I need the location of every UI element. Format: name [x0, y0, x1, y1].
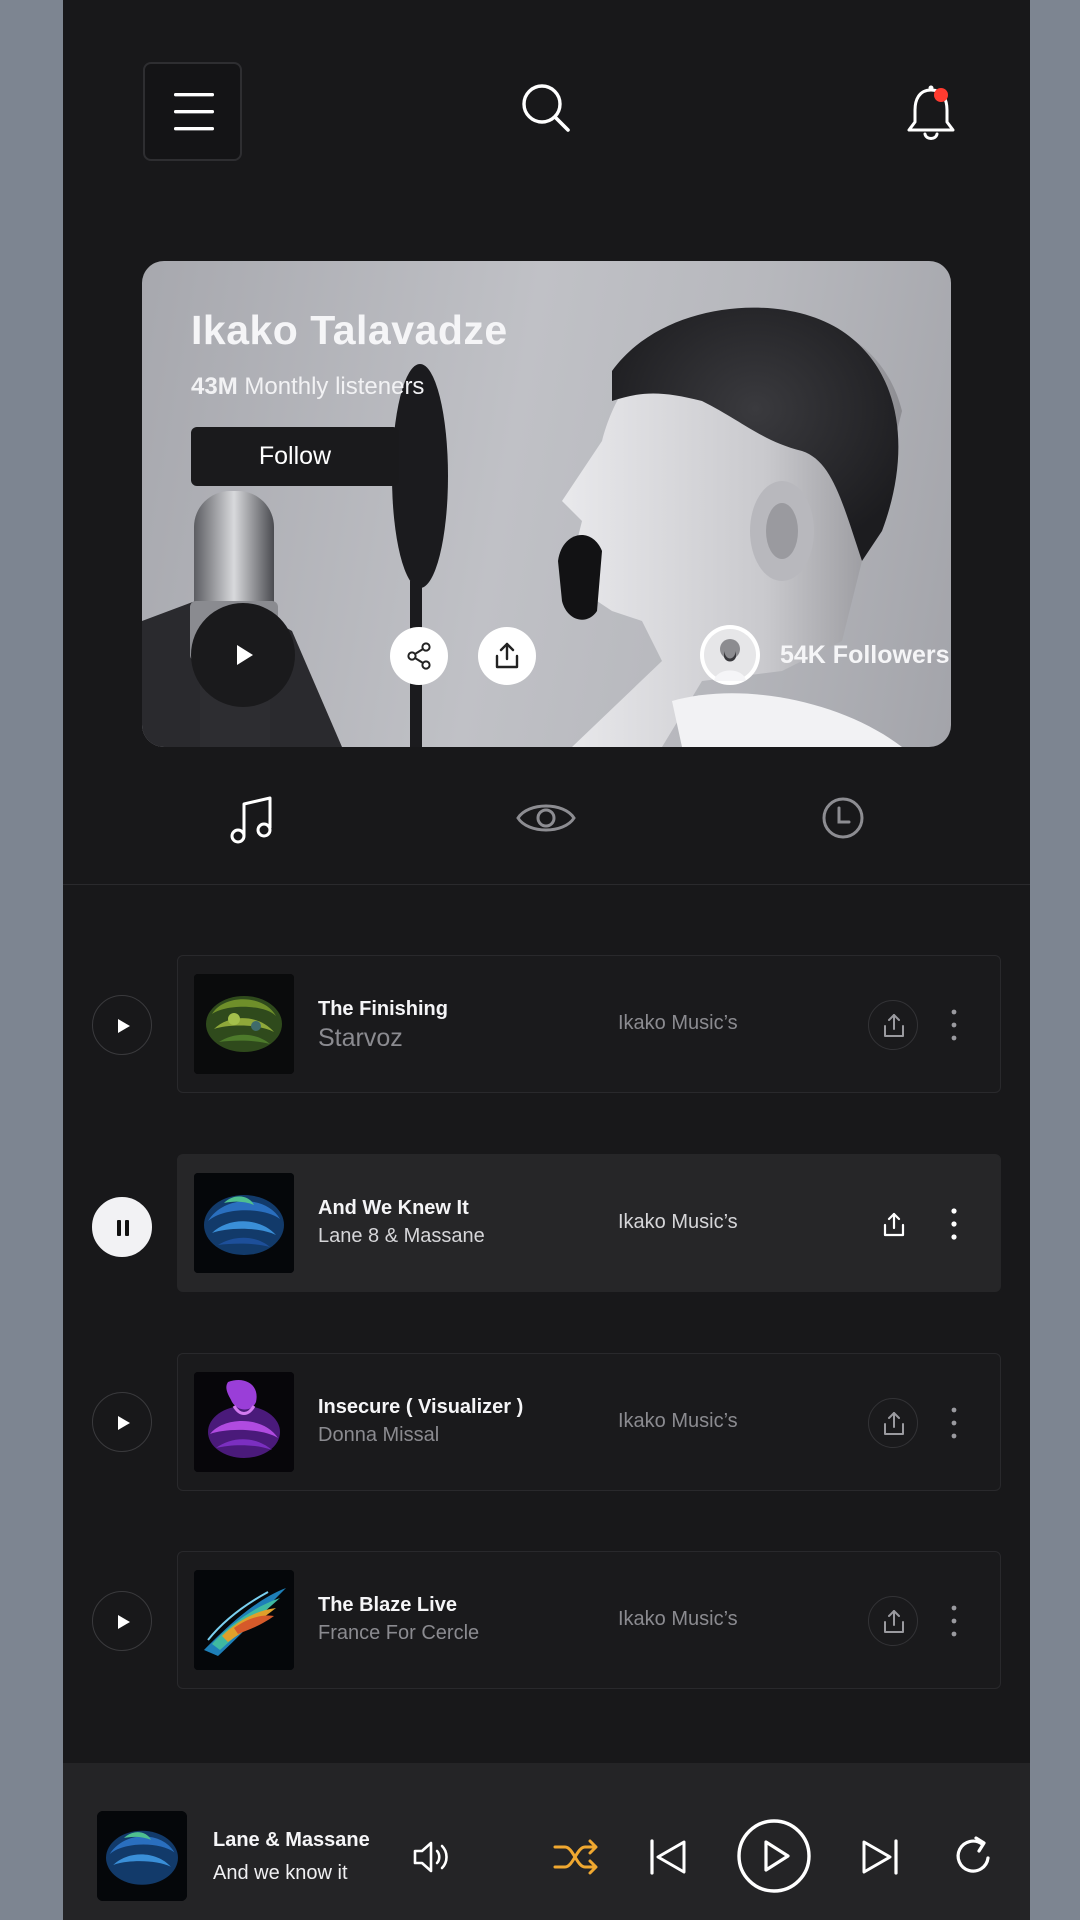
- next-button[interactable]: [858, 1837, 902, 1877]
- track-1-play-button[interactable]: [92, 995, 152, 1055]
- bell-icon: [907, 85, 955, 140]
- track-title: The Blaze Live: [318, 1594, 457, 1616]
- tab-recent[interactable]: [813, 788, 873, 848]
- menu-button[interactable]: [143, 62, 242, 161]
- track-title: And We Knew It: [318, 1197, 469, 1219]
- play-icon: [118, 1615, 130, 1629]
- track-item-active[interactable]: And We Knew It Lane 8 & Massane Ikako Mu…: [177, 1154, 1001, 1292]
- tab-music[interactable]: [227, 788, 287, 848]
- track-artist: Lane 8 & Massane: [318, 1225, 485, 1247]
- track-title: Insecure ( Visualizer ): [318, 1396, 524, 1418]
- track-3-play-button[interactable]: [92, 1392, 152, 1452]
- track-upload-button[interactable]: [868, 1596, 918, 1646]
- now-playing-cover[interactable]: [97, 1811, 187, 1901]
- upload-icon: [884, 1014, 904, 1037]
- track-item[interactable]: The Finishing Starvoz Ikako Music’s: [177, 955, 1001, 1093]
- music-app: Ikako Talavadze 43M Monthly listeners Fo…: [63, 0, 1030, 1920]
- track-cover: [194, 1570, 294, 1670]
- eye-icon: [516, 804, 576, 832]
- abstract-art-image: [194, 1570, 294, 1670]
- play-icon: [118, 1019, 130, 1033]
- track-cover: [194, 1173, 294, 1273]
- track-artist: Donna Missal: [318, 1424, 440, 1446]
- pause-icon: [117, 1220, 129, 1236]
- main-play-button[interactable]: [736, 1818, 812, 1894]
- track-upload-button[interactable]: [868, 1398, 918, 1448]
- followers-count: 54K Followers: [780, 641, 950, 669]
- track-label: Ikako Music’s: [618, 1608, 738, 1630]
- artist-play-button[interactable]: [191, 603, 295, 707]
- repeat-button[interactable]: [952, 1834, 996, 1878]
- repeat-icon: [956, 1836, 990, 1873]
- upload-icon: [495, 642, 519, 669]
- now-playing-title: And we know it: [213, 1862, 348, 1884]
- artist-name: Ikako Talavadze: [191, 307, 508, 353]
- listeners-count: 43M: [191, 373, 238, 400]
- monthly-listeners: 43M Monthly listeners: [191, 373, 424, 401]
- track-more-button[interactable]: [944, 1596, 964, 1646]
- listeners-label: Monthly listeners: [244, 373, 425, 400]
- upload-icon: [884, 1412, 904, 1435]
- track-cover: [194, 974, 294, 1074]
- tab-views[interactable]: [516, 788, 576, 848]
- previous-button[interactable]: [646, 1837, 690, 1877]
- track-2-pause-button[interactable]: [92, 1197, 152, 1257]
- clock-icon: [822, 797, 864, 839]
- share-button[interactable]: [390, 627, 448, 685]
- skip-forward-icon: [862, 1839, 898, 1875]
- notification-dot: [934, 88, 948, 102]
- more-vertical-icon: [951, 1605, 957, 1637]
- search-icon: [522, 84, 570, 132]
- track-item[interactable]: The Blaze Live France For Cercle Ikako M…: [177, 1551, 1001, 1689]
- search-button[interactable]: [520, 82, 572, 134]
- upload-icon: [883, 1212, 905, 1237]
- now-playing-bar: Lane & Massane And we know it: [63, 1763, 1030, 1920]
- music-note-icon: [230, 796, 272, 844]
- artist-hero-card: Ikako Talavadze 43M Monthly listeners Fo…: [142, 261, 951, 747]
- track-artist: Starvoz: [318, 1024, 403, 1052]
- abstract-art-image: [97, 1811, 187, 1901]
- track-upload-button[interactable]: [868, 1000, 918, 1050]
- shuffle-button[interactable]: [553, 1837, 599, 1877]
- shuffle-icon: [553, 1839, 598, 1875]
- more-vertical-icon: [951, 1208, 957, 1240]
- now-playing-artist: Lane & Massane: [213, 1829, 370, 1851]
- track-title: The Finishing: [318, 998, 448, 1020]
- volume-button[interactable]: [411, 1837, 451, 1877]
- track-cover: [194, 1372, 294, 1472]
- track-more-button[interactable]: [944, 1199, 964, 1249]
- track-artist: France For Cercle: [318, 1622, 480, 1644]
- abstract-art-image: [194, 1173, 294, 1273]
- more-vertical-icon: [951, 1009, 957, 1041]
- abstract-art-image: [194, 974, 294, 1074]
- track-item[interactable]: Insecure ( Visualizer ) Donna Missal Ika…: [177, 1353, 1001, 1491]
- avatar-photo: [704, 629, 756, 681]
- volume-icon: [413, 1841, 448, 1873]
- play-icon: [237, 645, 253, 665]
- track-more-button[interactable]: [944, 1000, 964, 1050]
- follow-button[interactable]: Follow: [191, 427, 399, 486]
- track-label: Ikako Music’s: [618, 1012, 738, 1034]
- track-upload-button[interactable]: [868, 1199, 918, 1249]
- share-icon: [407, 642, 431, 670]
- track-label: Ikako Music’s: [618, 1211, 738, 1233]
- notifications-button[interactable]: [905, 84, 957, 144]
- follower-avatar: [700, 625, 760, 685]
- upload-icon: [884, 1610, 904, 1633]
- play-circle-icon: [737, 1819, 811, 1893]
- skip-back-icon: [650, 1839, 686, 1875]
- track-label: Ikako Music’s: [618, 1410, 738, 1432]
- abstract-art-image: [194, 1372, 294, 1472]
- more-vertical-icon: [951, 1407, 957, 1439]
- track-more-button[interactable]: [944, 1398, 964, 1448]
- track-4-play-button[interactable]: [92, 1591, 152, 1651]
- upload-button[interactable]: [478, 627, 536, 685]
- play-icon: [118, 1416, 130, 1430]
- hamburger-menu-icon: [174, 93, 214, 131]
- tabs-divider: [63, 884, 1030, 885]
